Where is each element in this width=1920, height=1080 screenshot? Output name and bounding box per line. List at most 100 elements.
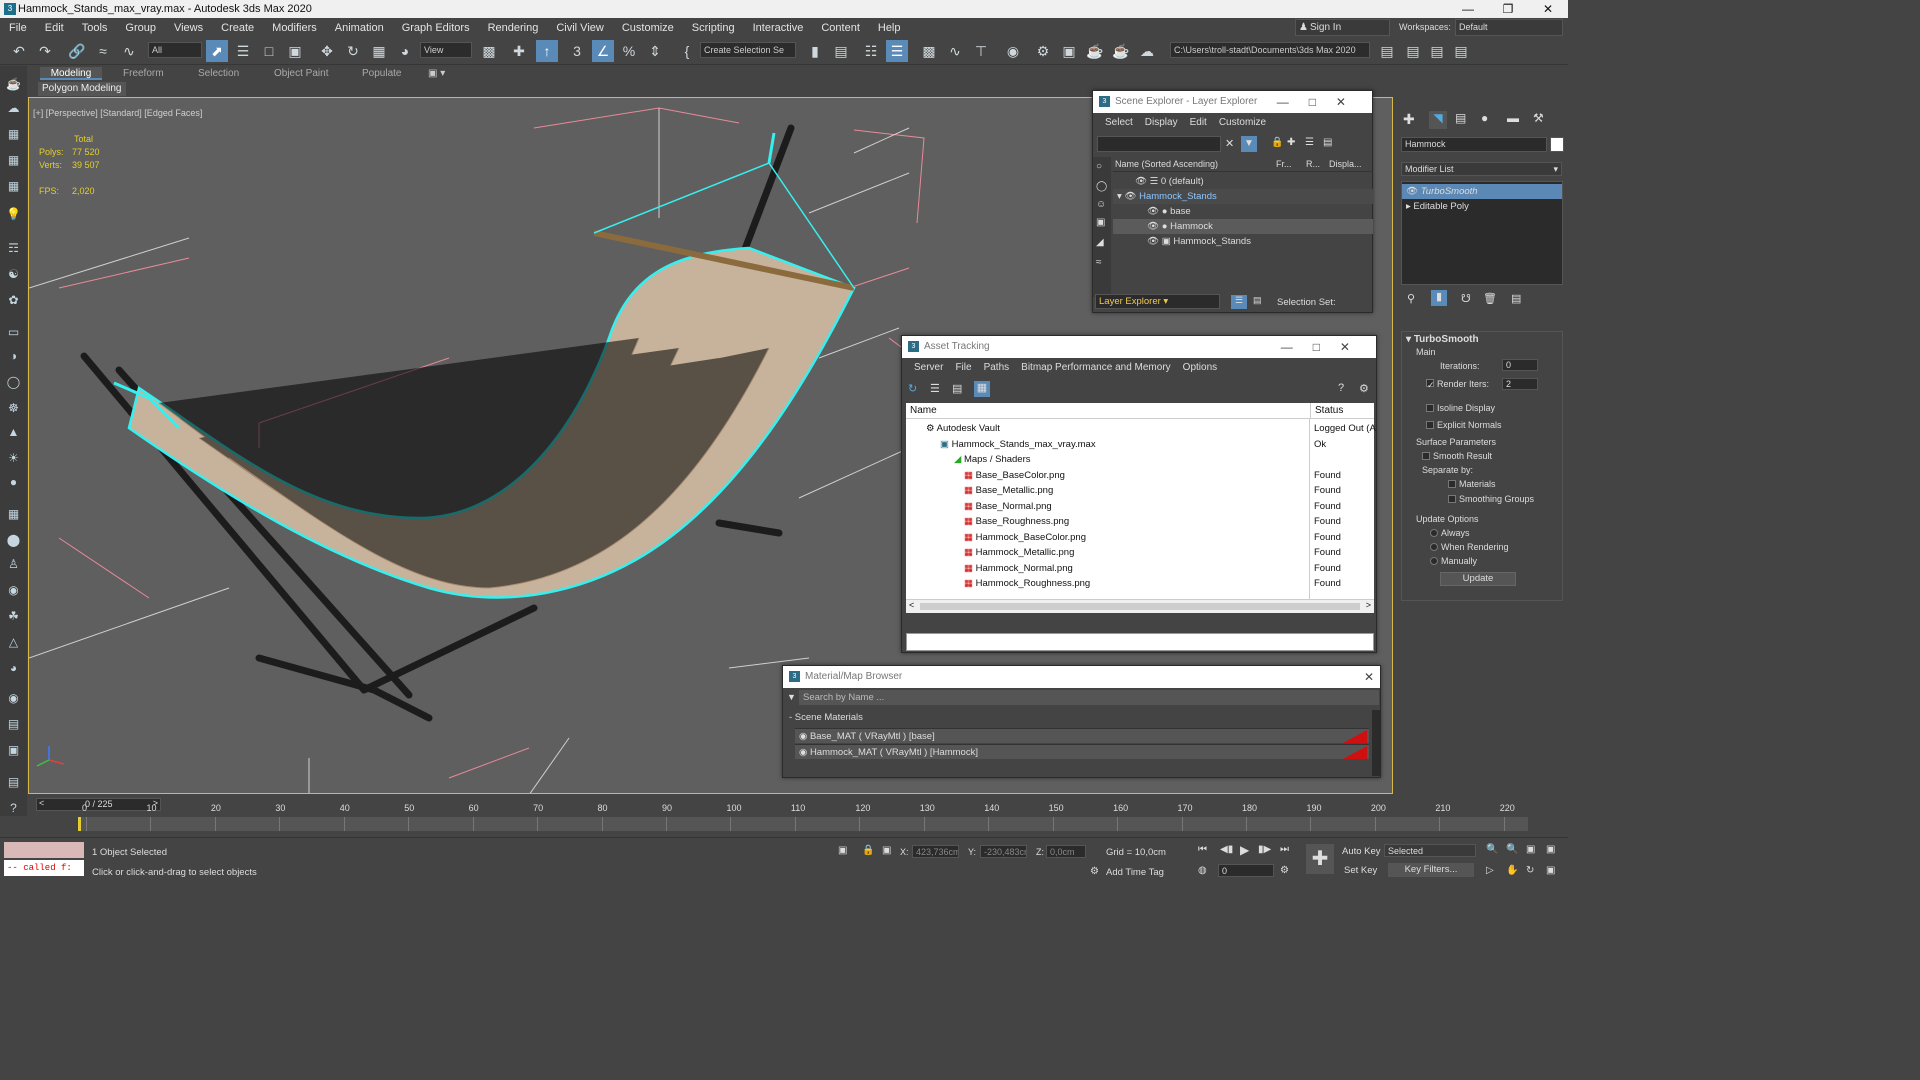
menu-customize[interactable]: Customize bbox=[613, 22, 683, 34]
maximize-button[interactable]: ❐ bbox=[1488, 0, 1528, 18]
tab-populate[interactable]: Populate bbox=[362, 67, 401, 80]
render-cloud-icon[interactable]: ☁ bbox=[1136, 40, 1158, 62]
display-geometry-icon[interactable]: ◯ bbox=[1096, 181, 1107, 192]
material-row[interactable]: ◉ Hammock_MAT ( VRayMtl ) [Hammock] bbox=[795, 744, 1369, 759]
render-to-texture-icon[interactable]: ▤ bbox=[5, 716, 22, 733]
material-scrollbar[interactable] bbox=[1372, 710, 1380, 776]
tab-freeform[interactable]: Freeform bbox=[123, 67, 164, 80]
grid-plane-icon[interactable]: ▦ bbox=[5, 506, 22, 523]
layer-row[interactable]: 👁 ☰ 0 (default) bbox=[1113, 174, 1373, 189]
asset-row[interactable]: ▦ Hammock_Metallic.png Found bbox=[906, 545, 1374, 560]
list-view-icon[interactable]: ☰ bbox=[930, 382, 940, 395]
add-layer-icon[interactable]: ✚ bbox=[1287, 137, 1295, 148]
scroll-left-icon[interactable]: < bbox=[909, 600, 914, 610]
window-controls-icon[interactable]: —□✕ bbox=[1277, 91, 1366, 113]
plane-icon[interactable]: ▭ bbox=[5, 324, 22, 341]
horizontal-scrollbar[interactable]: < > bbox=[906, 599, 1374, 613]
schematic-view-icon[interactable]: ⊤ bbox=[970, 40, 992, 62]
modifier-list-dropdown[interactable]: Modifier List ▾ bbox=[1401, 162, 1562, 176]
select-by-name-icon[interactable]: ☰ bbox=[232, 40, 254, 62]
at-menu-server[interactable]: Server bbox=[908, 362, 949, 373]
scroll-right-icon[interactable]: > bbox=[1366, 600, 1371, 610]
menu-modifiers[interactable]: Modifiers bbox=[263, 22, 326, 34]
display-helpers-icon[interactable]: ◢ bbox=[1096, 237, 1104, 248]
play-icon[interactable]: ▶ bbox=[1240, 843, 1249, 857]
pan-icon[interactable]: ✋ bbox=[1506, 865, 1518, 876]
scroll-thumb[interactable] bbox=[920, 603, 1360, 610]
motion-tab-icon[interactable]: ● bbox=[1481, 111, 1488, 125]
iterations-spinner[interactable]: 0 bbox=[1502, 359, 1538, 371]
update-manually-radio[interactable]: Manually bbox=[1430, 556, 1477, 566]
particles-icon[interactable]: ✿ bbox=[5, 292, 22, 309]
at-menu-file[interactable]: File bbox=[949, 362, 977, 373]
object-row[interactable]: 👁 ● base bbox=[1113, 204, 1373, 219]
hdr-icon[interactable]: △ bbox=[5, 634, 22, 651]
fur-icon[interactable]: ☸ bbox=[5, 400, 22, 417]
viewport-label[interactable]: [+] [Perspective] [Standard] [Edged Face… bbox=[33, 108, 202, 118]
rotate-icon[interactable]: ↻ bbox=[342, 40, 364, 62]
update-always-radio[interactable]: Always bbox=[1430, 528, 1470, 538]
se-menu-select[interactable]: Select bbox=[1099, 117, 1139, 128]
window-controls-icon[interactable]: —□✕ bbox=[1281, 336, 1370, 358]
undo-icon[interactable]: ↶ bbox=[8, 40, 30, 62]
select-object-icon[interactable]: ⬈ bbox=[206, 40, 228, 62]
manipulate-icon[interactable]: ✚ bbox=[508, 40, 530, 62]
auto-key-button[interactable]: Auto Key bbox=[1342, 846, 1381, 857]
z-coordinate-field[interactable]: 0,0cm bbox=[1046, 845, 1086, 858]
refresh-icon[interactable]: ↻ bbox=[908, 382, 917, 395]
align-icon[interactable]: ▤ bbox=[830, 40, 852, 62]
keyboard-shortcut-icon[interactable]: ↑ bbox=[536, 40, 558, 62]
asset-row[interactable]: ▣ Hammock_Stands_max_vray.max Ok bbox=[906, 437, 1374, 452]
render-iters-checkbox[interactable]: ✓ Render Iters: bbox=[1426, 379, 1489, 390]
orbit-icon[interactable]: ↻ bbox=[1526, 865, 1534, 876]
selection-filter-dropdown[interactable]: All bbox=[148, 42, 202, 58]
smooth-result-checkbox[interactable]: Smooth Result bbox=[1422, 451, 1492, 461]
col-name[interactable]: Name (Sorted Ascending) bbox=[1115, 159, 1218, 169]
render-iterative-icon[interactable]: ☕ bbox=[1110, 40, 1132, 62]
maxscript-output[interactable]: -- called f: bbox=[4, 860, 84, 876]
layer-row[interactable]: ▾ 👁 Hammock_Stands bbox=[1113, 189, 1373, 204]
display-cameras-icon[interactable]: ▣ bbox=[1096, 217, 1105, 228]
current-frame-field[interactable]: 0 bbox=[1218, 864, 1274, 877]
lock-icon[interactable]: 🔒 bbox=[1271, 137, 1283, 148]
help-icon[interactable]: ? bbox=[5, 800, 22, 817]
clear-search-icon[interactable]: ✕ bbox=[1225, 137, 1234, 150]
go-to-end-icon[interactable]: ⏭ bbox=[1280, 844, 1289, 855]
key-mode-icon[interactable]: ◍ bbox=[1198, 865, 1207, 876]
set-key-button[interactable]: Set Key bbox=[1344, 865, 1377, 876]
scene-materials-header[interactable]: - Scene Materials bbox=[789, 712, 863, 723]
separate-smoothing-checkbox[interactable]: Smoothing Groups bbox=[1448, 494, 1534, 504]
asset-row[interactable]: ▦ Base_Normal.png Found bbox=[906, 499, 1374, 514]
bind-spacewarp-icon[interactable]: ∿ bbox=[118, 40, 140, 62]
col-render[interactable]: R... bbox=[1306, 159, 1320, 169]
menu-edit[interactable]: Edit bbox=[36, 22, 73, 34]
create-teapot-icon[interactable]: ☕ bbox=[5, 76, 22, 93]
scene-explorer-titlebar[interactable]: 3 Scene Explorer - Layer Explorer —□✕ bbox=[1093, 91, 1372, 113]
fov-icon[interactable]: ▷ bbox=[1486, 865, 1494, 876]
render-production-icon[interactable]: ☕ bbox=[1084, 40, 1106, 62]
zoom-all-icon[interactable]: 🔍 bbox=[1506, 844, 1518, 855]
curve-editor-icon[interactable]: ∿ bbox=[944, 40, 966, 62]
cube-icon[interactable]: ◉ bbox=[5, 690, 22, 707]
rect-selection-icon[interactable]: □ bbox=[258, 40, 280, 62]
close-icon[interactable]: ✕ bbox=[1364, 666, 1374, 688]
se-menu-edit[interactable]: Edit bbox=[1184, 117, 1213, 128]
col-status[interactable]: Status bbox=[1310, 403, 1347, 419]
previous-frame-icon[interactable]: ◀▮ bbox=[1220, 844, 1233, 855]
link-icon[interactable]: 🔗 bbox=[66, 40, 88, 62]
settings-icon[interactable]: ⚙ bbox=[1359, 382, 1369, 395]
maximize-viewport-icon[interactable]: ▣ bbox=[1546, 865, 1555, 876]
save-folder-icon[interactable]: ▤ bbox=[1426, 40, 1448, 62]
menu-views[interactable]: Views bbox=[165, 22, 212, 34]
utilities-tab-icon[interactable]: ⚒ bbox=[1533, 111, 1544, 125]
material-search-input[interactable]: Search by Name ... bbox=[799, 690, 1379, 705]
workspace-dropdown[interactable]: Default bbox=[1455, 19, 1563, 36]
configure-sets-icon[interactable]: ▤ bbox=[1511, 292, 1521, 305]
explorer-type-dropdown[interactable]: Layer Explorer ▾ bbox=[1095, 294, 1220, 309]
cloth-icon[interactable]: ☯ bbox=[5, 266, 22, 283]
material-browser-titlebar[interactable]: 3 Material/Map Browser ✕ bbox=[783, 666, 1380, 688]
stack-item-editable-poly[interactable]: ▸ Editable Poly bbox=[1402, 199, 1562, 214]
object-color-swatch[interactable] bbox=[1550, 137, 1564, 152]
project-path-dropdown[interactable]: C:\Users\troll-stadt\Documents\3ds Max 2… bbox=[1170, 42, 1370, 58]
object-row-selected[interactable]: 👁 ● Hammock bbox=[1113, 219, 1373, 234]
